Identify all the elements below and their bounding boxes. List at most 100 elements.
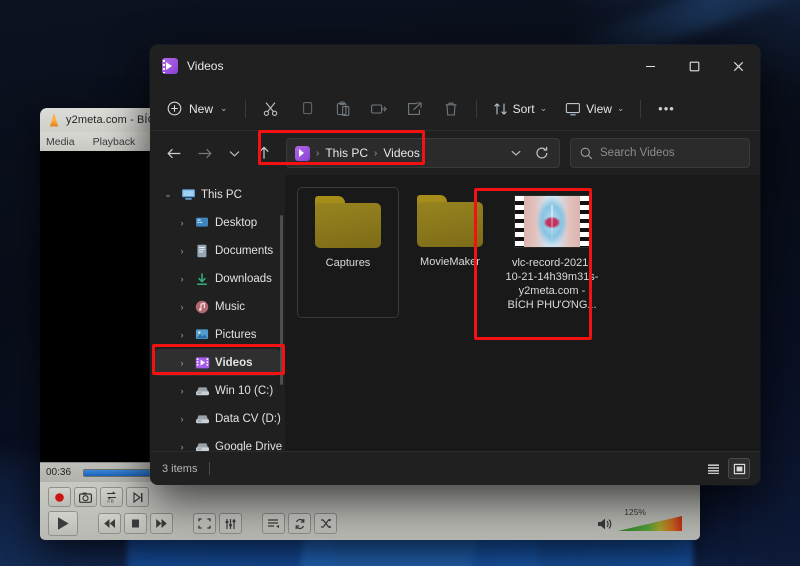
details-view-button[interactable] xyxy=(702,458,724,479)
back-button[interactable] xyxy=(160,139,188,167)
navigation-pane[interactable]: ⌄ This PC › Desktop › Documents › Downlo… xyxy=(150,175,285,451)
vlc-volume-area[interactable]: 125% xyxy=(597,507,692,531)
sidebar-label: Documents xyxy=(215,244,274,257)
sort-button[interactable]: Sort ⌄ xyxy=(485,94,556,124)
vlc-volume-percent: 125% xyxy=(624,507,646,517)
breadcrumb-actions xyxy=(503,140,555,166)
breadcrumb[interactable]: › This PC › Videos xyxy=(286,138,560,168)
vlc-previous-button[interactable] xyxy=(98,513,121,534)
delete-button[interactable] xyxy=(434,94,468,124)
file-item-label: Captures xyxy=(325,257,371,269)
vlc-play-button[interactable] xyxy=(48,511,78,536)
sidebar-label: Music xyxy=(215,300,246,313)
chevron-right-icon[interactable]: › xyxy=(175,274,189,284)
refresh-button[interactable] xyxy=(529,140,555,166)
copy-button[interactable] xyxy=(290,94,324,124)
explorer-titlebar[interactable]: Videos xyxy=(150,45,760,87)
sidebar-item-desktop[interactable]: › Desktop xyxy=(155,209,280,236)
vlc-ab-loop-button[interactable]: A B xyxy=(100,487,123,507)
vlc-mute-icon[interactable] xyxy=(597,517,613,531)
vlc-window-title: y2meta.com - BÍC xyxy=(66,114,156,126)
search-input[interactable]: Search Videos xyxy=(570,138,750,168)
minimize-button[interactable] xyxy=(628,45,672,87)
sidebar-label: This PC xyxy=(201,188,242,201)
sidebar-item-downloads[interactable]: › Downloads xyxy=(155,265,280,292)
pictures-icon xyxy=(194,327,210,343)
file-explorer-window[interactable]: Videos New ⌄ Sort ⌄ View ⌄ ••• › This PC… xyxy=(150,45,760,485)
forward-button[interactable] xyxy=(190,139,218,167)
chevron-right-icon[interactable]: › xyxy=(175,330,189,340)
share-button[interactable] xyxy=(398,94,432,124)
cut-button[interactable] xyxy=(254,94,288,124)
chevron-right-icon[interactable]: › xyxy=(175,442,189,452)
sidebar-label: Downloads xyxy=(215,272,272,285)
sidebar-item-win10-c[interactable]: › Win 10 (C:) xyxy=(155,377,280,404)
vlc-menu-media[interactable]: Media xyxy=(46,136,75,148)
sidebar-item-this-pc[interactable]: ⌄ This PC xyxy=(155,181,280,208)
vlc-playlist-button[interactable] xyxy=(262,513,285,534)
more-options-button[interactable]: ••• xyxy=(649,94,683,124)
toolbar-separator-3 xyxy=(640,99,642,118)
folder-icon xyxy=(417,195,483,247)
file-item-moviemaker[interactable]: MovieMaker xyxy=(399,187,501,318)
sort-icon xyxy=(493,102,507,115)
view-button[interactable]: View ⌄ xyxy=(557,94,632,124)
chevron-right-icon[interactable]: › xyxy=(175,246,189,256)
vlc-stop-button[interactable] xyxy=(124,513,147,534)
file-item-label: vlc-record-2021-10-21-14h39m31s-y2meta.c… xyxy=(505,257,599,311)
sort-caret-icon: ⌄ xyxy=(539,103,548,113)
file-list-view[interactable]: Captures MovieMaker vlc-record-2021-10-2… xyxy=(285,175,760,451)
file-item-vlc-recording[interactable]: vlc-record-2021-10-21-14h39m31s-y2meta.c… xyxy=(501,187,603,318)
explorer-toolbar: New ⌄ Sort ⌄ View ⌄ ••• xyxy=(150,87,760,131)
vlc-next-button[interactable] xyxy=(150,513,173,534)
downloads-icon xyxy=(194,271,210,287)
sidebar-item-google-drive[interactable]: › Google Drive (G xyxy=(155,433,286,452)
chevron-right-icon[interactable]: › xyxy=(175,414,189,424)
vlc-loop-button[interactable] xyxy=(288,513,311,534)
vlc-snapshot-button[interactable] xyxy=(74,487,97,507)
navigation-scrollbar[interactable] xyxy=(280,215,283,385)
item-count-label: 3 items xyxy=(162,462,198,475)
chevron-right-icon[interactable]: › xyxy=(175,386,189,396)
recent-locations-button[interactable] xyxy=(220,139,248,167)
video-thumbnail-icon xyxy=(514,195,590,248)
music-icon xyxy=(194,299,210,315)
up-button[interactable] xyxy=(250,139,278,167)
chevron-down-icon[interactable]: ⌄ xyxy=(161,189,175,200)
chevron-right-icon[interactable]: › xyxy=(175,218,189,228)
paste-button[interactable] xyxy=(326,94,360,124)
chevron-right-icon[interactable]: › xyxy=(175,358,189,368)
sort-label: Sort xyxy=(512,101,535,116)
sidebar-item-data-cv-d[interactable]: › Data CV (D:) xyxy=(155,405,281,432)
address-dropdown-button[interactable] xyxy=(503,140,529,166)
vlc-volume-slider[interactable] xyxy=(618,516,682,531)
vlc-record-button[interactable] xyxy=(48,487,71,507)
vlc-cone-icon xyxy=(49,113,59,127)
desktop-icon xyxy=(194,215,210,231)
vlc-fullscreen-button[interactable] xyxy=(193,513,216,534)
large-icons-view-button[interactable] xyxy=(728,458,750,479)
sidebar-item-music[interactable]: › Music xyxy=(155,293,280,320)
toolbar-separator-2 xyxy=(475,99,477,118)
vlc-shuffle-button[interactable] xyxy=(314,513,337,534)
maximize-button[interactable] xyxy=(672,45,716,87)
drive-icon xyxy=(194,439,210,452)
vlc-settings-button[interactable] xyxy=(219,513,242,534)
search-icon xyxy=(580,147,593,159)
new-button[interactable]: New ⌄ xyxy=(160,94,237,124)
rename-button[interactable] xyxy=(362,94,396,124)
sidebar-item-pictures[interactable]: › Pictures xyxy=(155,321,280,348)
breadcrumb-item-this-pc[interactable]: This PC xyxy=(325,146,368,160)
vlc-menu-playback[interactable]: Playback xyxy=(93,136,136,148)
file-item-captures[interactable]: Captures xyxy=(297,187,399,318)
sidebar-label: Win 10 (C:) xyxy=(215,384,274,397)
sidebar-item-documents[interactable]: › Documents xyxy=(155,237,280,264)
breadcrumb-item-videos[interactable]: Videos xyxy=(383,146,419,160)
sidebar-item-videos[interactable]: › Videos xyxy=(155,349,280,376)
chevron-right-icon[interactable]: › xyxy=(175,302,189,312)
close-button[interactable] xyxy=(716,45,760,87)
pc-icon xyxy=(180,187,196,203)
explorer-status-bar: 3 items xyxy=(150,451,760,485)
view-label: View xyxy=(586,101,612,116)
vlc-frame-button[interactable] xyxy=(126,487,149,507)
